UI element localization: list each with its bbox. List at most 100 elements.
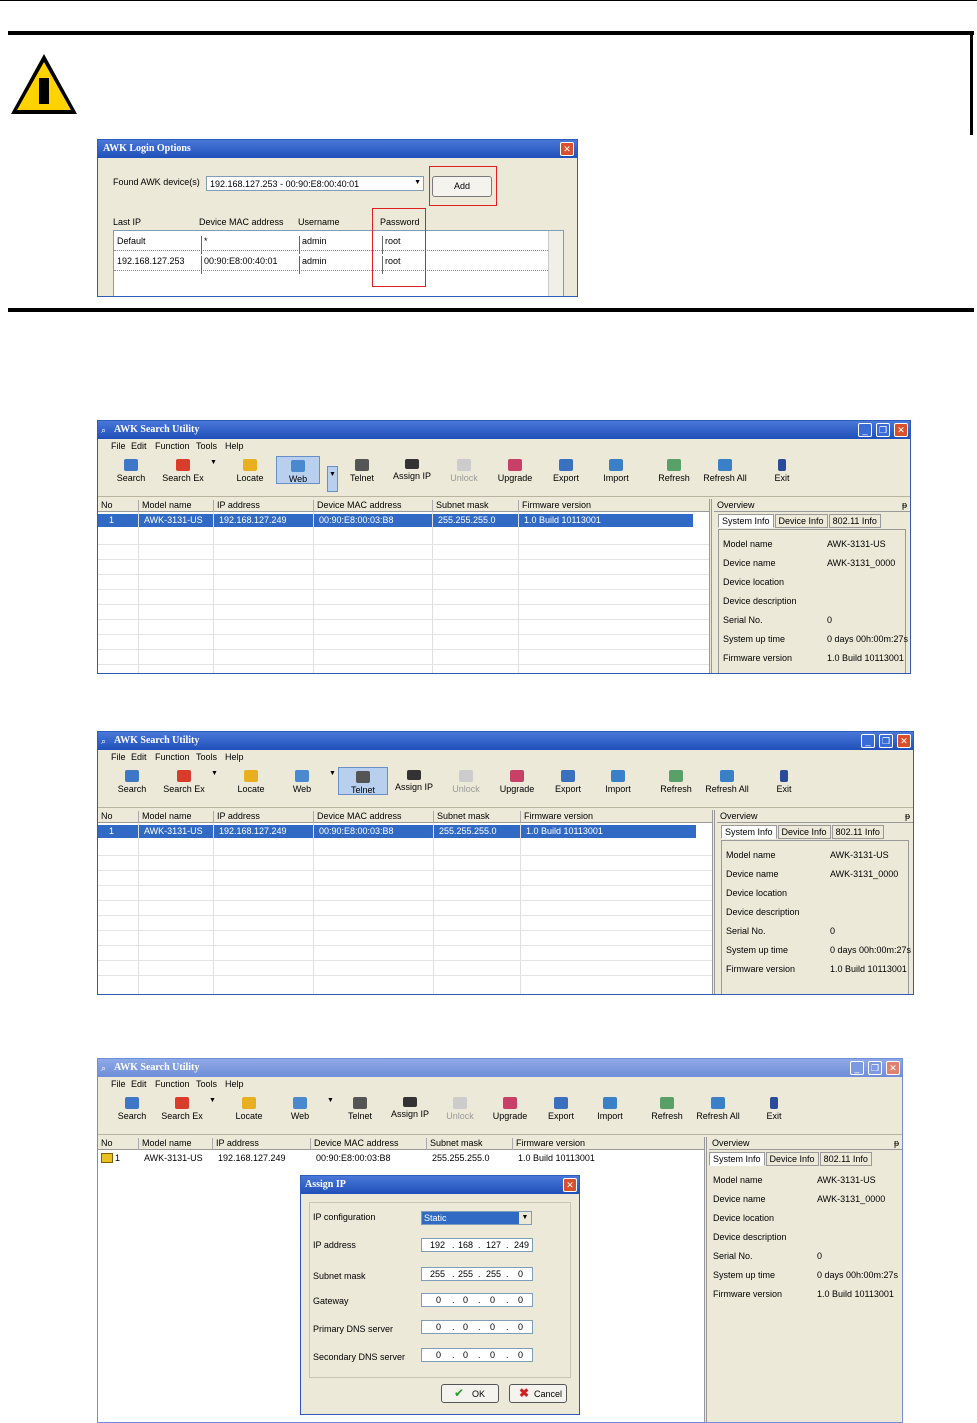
tab-device-info[interactable]: Device Info (765, 1152, 819, 1166)
refresh-button[interactable]: Refresh (645, 1097, 689, 1121)
locate-button[interactable]: Locate (229, 770, 273, 794)
search-ex-button[interactable]: Search Ex (160, 1097, 204, 1121)
search-button[interactable]: Search (110, 1097, 154, 1121)
pin-icon[interactable]: ᵽ (902, 500, 907, 510)
table-row[interactable]: 1 AWK-3131-US 192.168.127.249 00:90:E8:0… (98, 825, 696, 838)
close-icon[interactable]: ✕ (894, 423, 908, 437)
col-ip[interactable]: IP address (213, 811, 260, 823)
close-icon[interactable]: ✕ (563, 1178, 577, 1192)
chevron-down-icon[interactable]: ▼ (414, 179, 421, 186)
menu-tools[interactable]: Tools (196, 441, 217, 451)
menu-file[interactable]: File (111, 441, 126, 451)
pin-icon[interactable]: ᵽ (905, 811, 910, 821)
menu-edit[interactable]: Edit (131, 752, 147, 762)
unlock-button[interactable]: Unlock (442, 459, 486, 483)
refresh-all-button[interactable]: Refresh All (702, 770, 752, 794)
chevron-down-icon[interactable]: ▼ (327, 1097, 334, 1104)
upgrade-button[interactable]: Upgrade (495, 770, 539, 794)
gateway-input[interactable]: 0. 0. 0. 0 (421, 1293, 533, 1307)
export-button[interactable]: Export (539, 1097, 583, 1121)
col-firmware[interactable]: Firmware version (518, 500, 591, 512)
menu-function[interactable]: Function (155, 441, 190, 451)
upgrade-button[interactable]: Upgrade (488, 1097, 532, 1121)
locate-button[interactable]: Locate (228, 459, 272, 483)
upgrade-button[interactable]: Upgrade (493, 459, 537, 483)
tab-system-info[interactable]: System Info (721, 825, 777, 839)
close-icon[interactable]: ✕ (560, 142, 574, 156)
import-button[interactable]: Import (596, 770, 640, 794)
col-mac[interactable]: Device MAC address (313, 811, 402, 823)
chevron-down-icon[interactable]: ▼ (329, 770, 336, 777)
col-mac[interactable]: Device MAC address (310, 1138, 399, 1150)
refresh-button[interactable]: Refresh (654, 770, 698, 794)
vertical-scrollbar[interactable] (548, 231, 563, 296)
tab-system-info[interactable]: System Info (718, 514, 774, 528)
menu-edit[interactable]: Edit (131, 1079, 147, 1089)
search-button[interactable]: Search (109, 459, 153, 483)
web-button[interactable]: Web (278, 1097, 322, 1121)
col-subnet[interactable]: Subnet mask (432, 500, 489, 512)
import-button[interactable]: Import (588, 1097, 632, 1121)
menu-tools[interactable]: Tools (196, 752, 217, 762)
chevron-down-icon[interactable]: ▼ (211, 770, 218, 777)
tab-device-info[interactable]: Device Info (774, 514, 828, 528)
search-ex-button[interactable]: Search Ex (161, 459, 205, 483)
menu-file[interactable]: File (111, 752, 126, 762)
telnet-button[interactable]: Telnet (338, 767, 388, 795)
menu-tools[interactable]: Tools (196, 1079, 217, 1089)
unlock-button[interactable]: Unlock (438, 1097, 482, 1121)
minimize-icon[interactable]: _ (861, 734, 875, 748)
col-no[interactable]: No (98, 811, 113, 823)
ok-button[interactable]: ✔ OK (441, 1384, 499, 1403)
col-subnet[interactable]: Subnet mask (426, 1138, 483, 1150)
menu-file[interactable]: File (111, 1079, 126, 1089)
menu-help[interactable]: Help (225, 1079, 244, 1089)
col-model[interactable]: Model name (138, 500, 192, 512)
minimize-icon[interactable]: _ (850, 1061, 864, 1075)
unlock-button[interactable]: Unlock (444, 770, 488, 794)
table-row[interactable]: 1 AWK-3131-US 192.168.127.249 00:90:E8:0… (98, 1152, 704, 1165)
chevron-down-icon[interactable]: ▼ (519, 1212, 531, 1224)
menu-function[interactable]: Function (155, 752, 190, 762)
col-model[interactable]: Model name (138, 1138, 192, 1150)
telnet-button[interactable]: Telnet (340, 459, 384, 483)
tab-80211-info[interactable]: 802.11 Info (831, 825, 884, 839)
assign-ip-button[interactable]: Assign IP (392, 770, 436, 792)
tab-system-info[interactable]: System Info (709, 1152, 765, 1166)
ip-config-select[interactable]: Static ▼ (421, 1211, 532, 1225)
table-row[interactable]: 1 AWK-3131-US 192.168.127.249 00:90:E8:0… (98, 514, 693, 527)
exit-button[interactable]: Exit (760, 459, 804, 483)
minimize-icon[interactable]: _ (858, 423, 872, 437)
table-row[interactable]: 192.168.127.253 00:90:E8:00:40:01 admin … (114, 251, 548, 274)
refresh-all-button[interactable]: Refresh All (700, 459, 750, 483)
found-devices-select[interactable]: 192.168.127.253 - 00:90:E8:00:40:01 ▼ (206, 176, 424, 191)
search-ex-button[interactable]: Search Ex (162, 770, 206, 794)
export-button[interactable]: Export (546, 770, 590, 794)
refresh-all-button[interactable]: Refresh All (693, 1097, 743, 1121)
subnet-mask-input[interactable]: 255. 255. 255. 0 (421, 1267, 533, 1281)
menu-function[interactable]: Function (155, 1079, 190, 1089)
refresh-button[interactable]: Refresh (652, 459, 696, 483)
col-ip[interactable]: IP address (213, 500, 260, 512)
col-subnet[interactable]: Subnet mask (433, 811, 490, 823)
locate-button[interactable]: Locate (227, 1097, 271, 1121)
close-icon[interactable]: ✕ (886, 1061, 900, 1075)
import-button[interactable]: Import (594, 459, 638, 483)
col-firmware[interactable]: Firmware version (520, 811, 593, 823)
chevron-down-icon[interactable]: ▼ (209, 1097, 216, 1104)
col-firmware[interactable]: Firmware version (512, 1138, 585, 1150)
tab-80211-info[interactable]: 802.11 Info (819, 1152, 872, 1166)
restore-icon[interactable]: ❐ (868, 1061, 882, 1075)
col-model[interactable]: Model name (138, 811, 192, 823)
web-button[interactable]: Web (276, 456, 320, 484)
web-button[interactable]: Web (280, 770, 324, 794)
telnet-button[interactable]: Telnet (338, 1097, 382, 1121)
restore-icon[interactable]: ❐ (876, 423, 890, 437)
col-mac[interactable]: Device MAC address (313, 500, 402, 512)
menu-help[interactable]: Help (225, 441, 244, 451)
assign-ip-button[interactable]: Assign IP (390, 459, 434, 481)
primary-dns-input[interactable]: 0. 0. 0. 0 (421, 1320, 533, 1334)
exit-button[interactable]: Exit (752, 1097, 796, 1121)
col-no[interactable]: No (98, 500, 113, 512)
menu-help[interactable]: Help (225, 752, 244, 762)
